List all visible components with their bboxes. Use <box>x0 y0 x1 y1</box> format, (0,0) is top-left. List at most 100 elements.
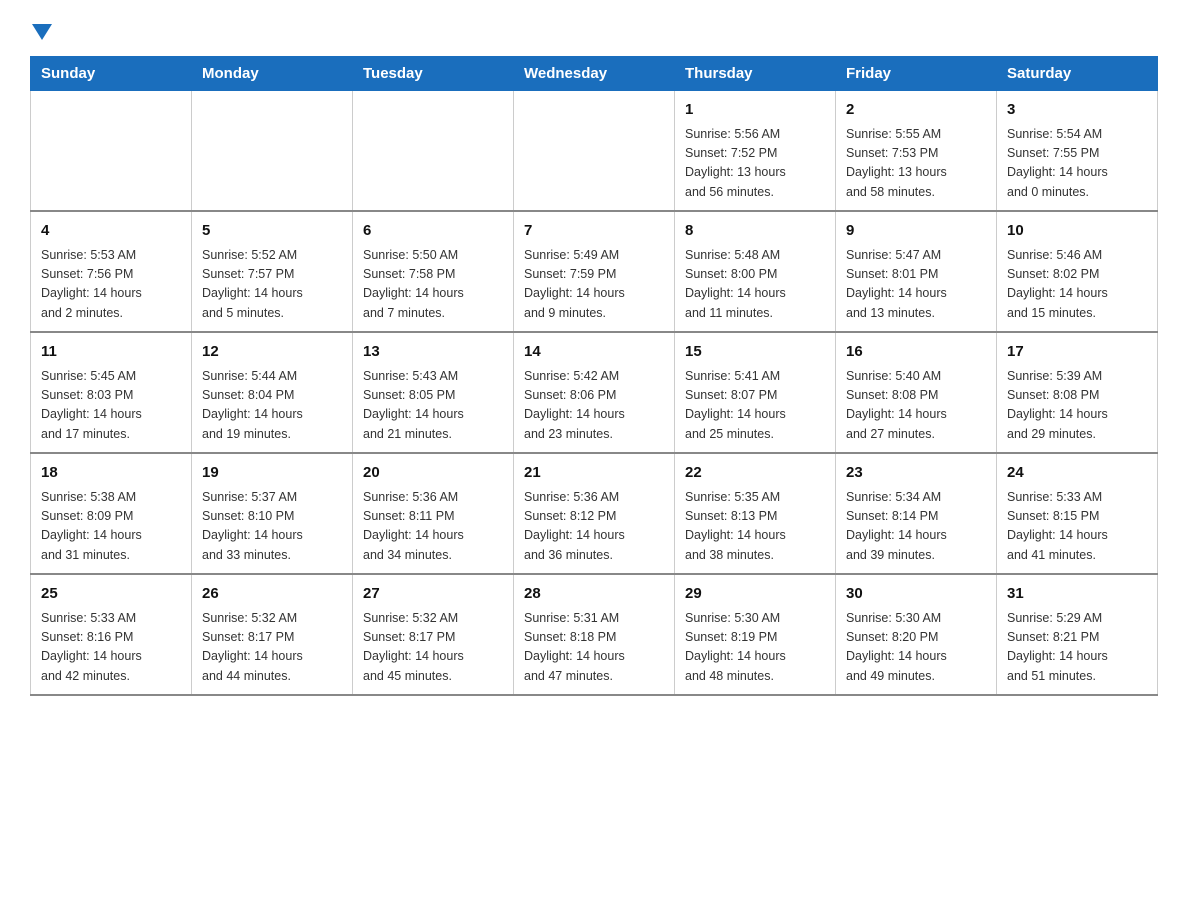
day-number: 31 <box>1007 583 1147 606</box>
day-number: 17 <box>1007 341 1147 364</box>
calendar-day-cell: 2Sunrise: 5:55 AM Sunset: 7:53 PM Daylig… <box>836 91 997 212</box>
day-number: 7 <box>524 220 664 243</box>
calendar-day-cell: 29 Sunrise: 5:30 AM Sunset: 8:19 PM Dayli… <box>675 574 836 695</box>
day-number: 15 <box>685 341 825 364</box>
day-number: 6 <box>363 220 503 243</box>
day-number: 8 <box>685 220 825 243</box>
calendar-day-cell: 22 Sunrise: 5:35 AM Sunset: 8:13 PM Dayli… <box>675 453 836 574</box>
day-info: Sunrise: 5:39 AM Sunset: 8:08 PM Dayligh… <box>1007 367 1147 445</box>
day-info: Sunrise: 5:37 AM Sunset: 8:10 PM Dayligh… <box>202 488 342 566</box>
day-number: 19 <box>202 462 342 485</box>
calendar-day-cell: 9 Sunrise: 5:47 AM Sunset: 8:01 PM Daylig… <box>836 211 997 332</box>
calendar-day-cell: 10 Sunrise: 5:46 AM Sunset: 8:02 PM Dayli… <box>997 211 1158 332</box>
day-number: 20 <box>363 462 503 485</box>
weekday-header-monday: Monday <box>192 57 353 91</box>
calendar-day-cell: 1Sunrise: 5:56 AM Sunset: 7:52 PM Daylig… <box>675 91 836 212</box>
day-number: 14 <box>524 341 664 364</box>
calendar-day-cell: 19 Sunrise: 5:37 AM Sunset: 8:10 PM Dayli… <box>192 453 353 574</box>
day-info: Sunrise: 5:32 AM Sunset: 8:17 PM Dayligh… <box>363 609 503 687</box>
logo-block <box>30 20 52 46</box>
calendar-day-cell: 18 Sunrise: 5:38 AM Sunset: 8:09 PM Dayli… <box>31 453 192 574</box>
calendar-day-cell <box>514 91 675 212</box>
calendar-day-cell: 16 Sunrise: 5:40 AM Sunset: 8:08 PM Dayli… <box>836 332 997 453</box>
day-info: Sunrise: 5:43 AM Sunset: 8:05 PM Dayligh… <box>363 367 503 445</box>
day-number: 30 <box>846 583 986 606</box>
logo-triangle-icon <box>32 24 52 40</box>
day-info: Sunrise: 5:46 AM Sunset: 8:02 PM Dayligh… <box>1007 246 1147 324</box>
day-number: 22 <box>685 462 825 485</box>
day-info: Sunrise: 5:41 AM Sunset: 8:07 PM Dayligh… <box>685 367 825 445</box>
page-header <box>30 20 1158 46</box>
calendar-day-cell: 21Sunrise: 5:36 AM Sunset: 8:12 PM Dayli… <box>514 453 675 574</box>
day-info: Sunrise: 5:52 AM Sunset: 7:57 PM Dayligh… <box>202 246 342 324</box>
calendar-week-row: 11Sunrise: 5:45 AM Sunset: 8:03 PM Dayli… <box>31 332 1158 453</box>
calendar-day-cell: 24 Sunrise: 5:33 AM Sunset: 8:15 PM Dayli… <box>997 453 1158 574</box>
calendar-day-cell: 20 Sunrise: 5:36 AM Sunset: 8:11 PM Dayli… <box>353 453 514 574</box>
calendar-week-row: 1Sunrise: 5:56 AM Sunset: 7:52 PM Daylig… <box>31 91 1158 212</box>
day-info: Sunrise: 5:36 AM Sunset: 8:11 PM Dayligh… <box>363 488 503 566</box>
calendar-week-row: 25Sunrise: 5:33 AM Sunset: 8:16 PM Dayli… <box>31 574 1158 695</box>
day-number: 18 <box>41 462 181 485</box>
calendar-day-cell: 14 Sunrise: 5:42 AM Sunset: 8:06 PM Dayli… <box>514 332 675 453</box>
day-info: Sunrise: 5:35 AM Sunset: 8:13 PM Dayligh… <box>685 488 825 566</box>
day-number: 28 <box>524 583 664 606</box>
day-info: Sunrise: 5:38 AM Sunset: 8:09 PM Dayligh… <box>41 488 181 566</box>
calendar-day-cell: 3Sunrise: 5:54 AM Sunset: 7:55 PM Daylig… <box>997 91 1158 212</box>
calendar-day-cell: 4 Sunrise: 5:53 AM Sunset: 7:56 PM Daylig… <box>31 211 192 332</box>
day-number: 3 <box>1007 99 1147 122</box>
calendar-day-cell: 5 Sunrise: 5:52 AM Sunset: 7:57 PM Daylig… <box>192 211 353 332</box>
day-number: 16 <box>846 341 986 364</box>
calendar-day-cell: 26 Sunrise: 5:32 AM Sunset: 8:17 PM Dayli… <box>192 574 353 695</box>
day-number: 9 <box>846 220 986 243</box>
day-info: Sunrise: 5:30 AM Sunset: 8:19 PM Dayligh… <box>685 609 825 687</box>
calendar-day-cell: 12Sunrise: 5:44 AM Sunset: 8:04 PM Dayli… <box>192 332 353 453</box>
calendar-day-cell: 11Sunrise: 5:45 AM Sunset: 8:03 PM Dayli… <box>31 332 192 453</box>
weekday-header-wednesday: Wednesday <box>514 57 675 91</box>
day-number: 10 <box>1007 220 1147 243</box>
weekday-header-friday: Friday <box>836 57 997 91</box>
day-number: 26 <box>202 583 342 606</box>
day-info: Sunrise: 5:40 AM Sunset: 8:08 PM Dayligh… <box>846 367 986 445</box>
calendar-day-cell: 7 Sunrise: 5:49 AM Sunset: 7:59 PM Daylig… <box>514 211 675 332</box>
logo <box>30 20 52 46</box>
day-number: 11 <box>41 341 181 364</box>
calendar-day-cell: 6Sunrise: 5:50 AM Sunset: 7:58 PM Daylig… <box>353 211 514 332</box>
day-number: 24 <box>1007 462 1147 485</box>
day-number: 29 <box>685 583 825 606</box>
calendar-day-cell: 17 Sunrise: 5:39 AM Sunset: 8:08 PM Dayli… <box>997 332 1158 453</box>
day-info: Sunrise: 5:33 AM Sunset: 8:15 PM Dayligh… <box>1007 488 1147 566</box>
calendar-day-cell: 13 Sunrise: 5:43 AM Sunset: 8:05 PM Dayli… <box>353 332 514 453</box>
day-info: Sunrise: 5:29 AM Sunset: 8:21 PM Dayligh… <box>1007 609 1147 687</box>
day-number: 23 <box>846 462 986 485</box>
calendar-week-row: 18 Sunrise: 5:38 AM Sunset: 8:09 PM Dayli… <box>31 453 1158 574</box>
calendar-day-cell: 30 Sunrise: 5:30 AM Sunset: 8:20 PM Dayli… <box>836 574 997 695</box>
day-info: Sunrise: 5:53 AM Sunset: 7:56 PM Dayligh… <box>41 246 181 324</box>
calendar-day-cell: 23 Sunrise: 5:34 AM Sunset: 8:14 PM Dayli… <box>836 453 997 574</box>
day-info: Sunrise: 5:30 AM Sunset: 8:20 PM Dayligh… <box>846 609 986 687</box>
calendar-day-cell: 28Sunrise: 5:31 AM Sunset: 8:18 PM Dayli… <box>514 574 675 695</box>
day-number: 2 <box>846 99 986 122</box>
calendar-body: 1Sunrise: 5:56 AM Sunset: 7:52 PM Daylig… <box>31 91 1158 696</box>
day-info: Sunrise: 5:34 AM Sunset: 8:14 PM Dayligh… <box>846 488 986 566</box>
day-info: Sunrise: 5:48 AM Sunset: 8:00 PM Dayligh… <box>685 246 825 324</box>
calendar-day-cell <box>31 91 192 212</box>
calendar-day-cell: 27 Sunrise: 5:32 AM Sunset: 8:17 PM Dayli… <box>353 574 514 695</box>
day-info: Sunrise: 5:47 AM Sunset: 8:01 PM Dayligh… <box>846 246 986 324</box>
calendar-day-cell: 25Sunrise: 5:33 AM Sunset: 8:16 PM Dayli… <box>31 574 192 695</box>
day-info: Sunrise: 5:42 AM Sunset: 8:06 PM Dayligh… <box>524 367 664 445</box>
day-number: 21 <box>524 462 664 485</box>
calendar-day-cell: 15 Sunrise: 5:41 AM Sunset: 8:07 PM Dayli… <box>675 332 836 453</box>
calendar-day-cell: 31 Sunrise: 5:29 AM Sunset: 8:21 PM Dayli… <box>997 574 1158 695</box>
day-number: 13 <box>363 341 503 364</box>
weekday-header-saturday: Saturday <box>997 57 1158 91</box>
day-info: Sunrise: 5:32 AM Sunset: 8:17 PM Dayligh… <box>202 609 342 687</box>
day-number: 27 <box>363 583 503 606</box>
calendar-day-cell: 8 Sunrise: 5:48 AM Sunset: 8:00 PM Daylig… <box>675 211 836 332</box>
day-number: 5 <box>202 220 342 243</box>
calendar-day-cell <box>192 91 353 212</box>
day-info: Sunrise: 5:49 AM Sunset: 7:59 PM Dayligh… <box>524 246 664 324</box>
day-number: 1 <box>685 99 825 122</box>
day-number: 4 <box>41 220 181 243</box>
calendar-week-row: 4 Sunrise: 5:53 AM Sunset: 7:56 PM Daylig… <box>31 211 1158 332</box>
calendar-day-cell <box>353 91 514 212</box>
